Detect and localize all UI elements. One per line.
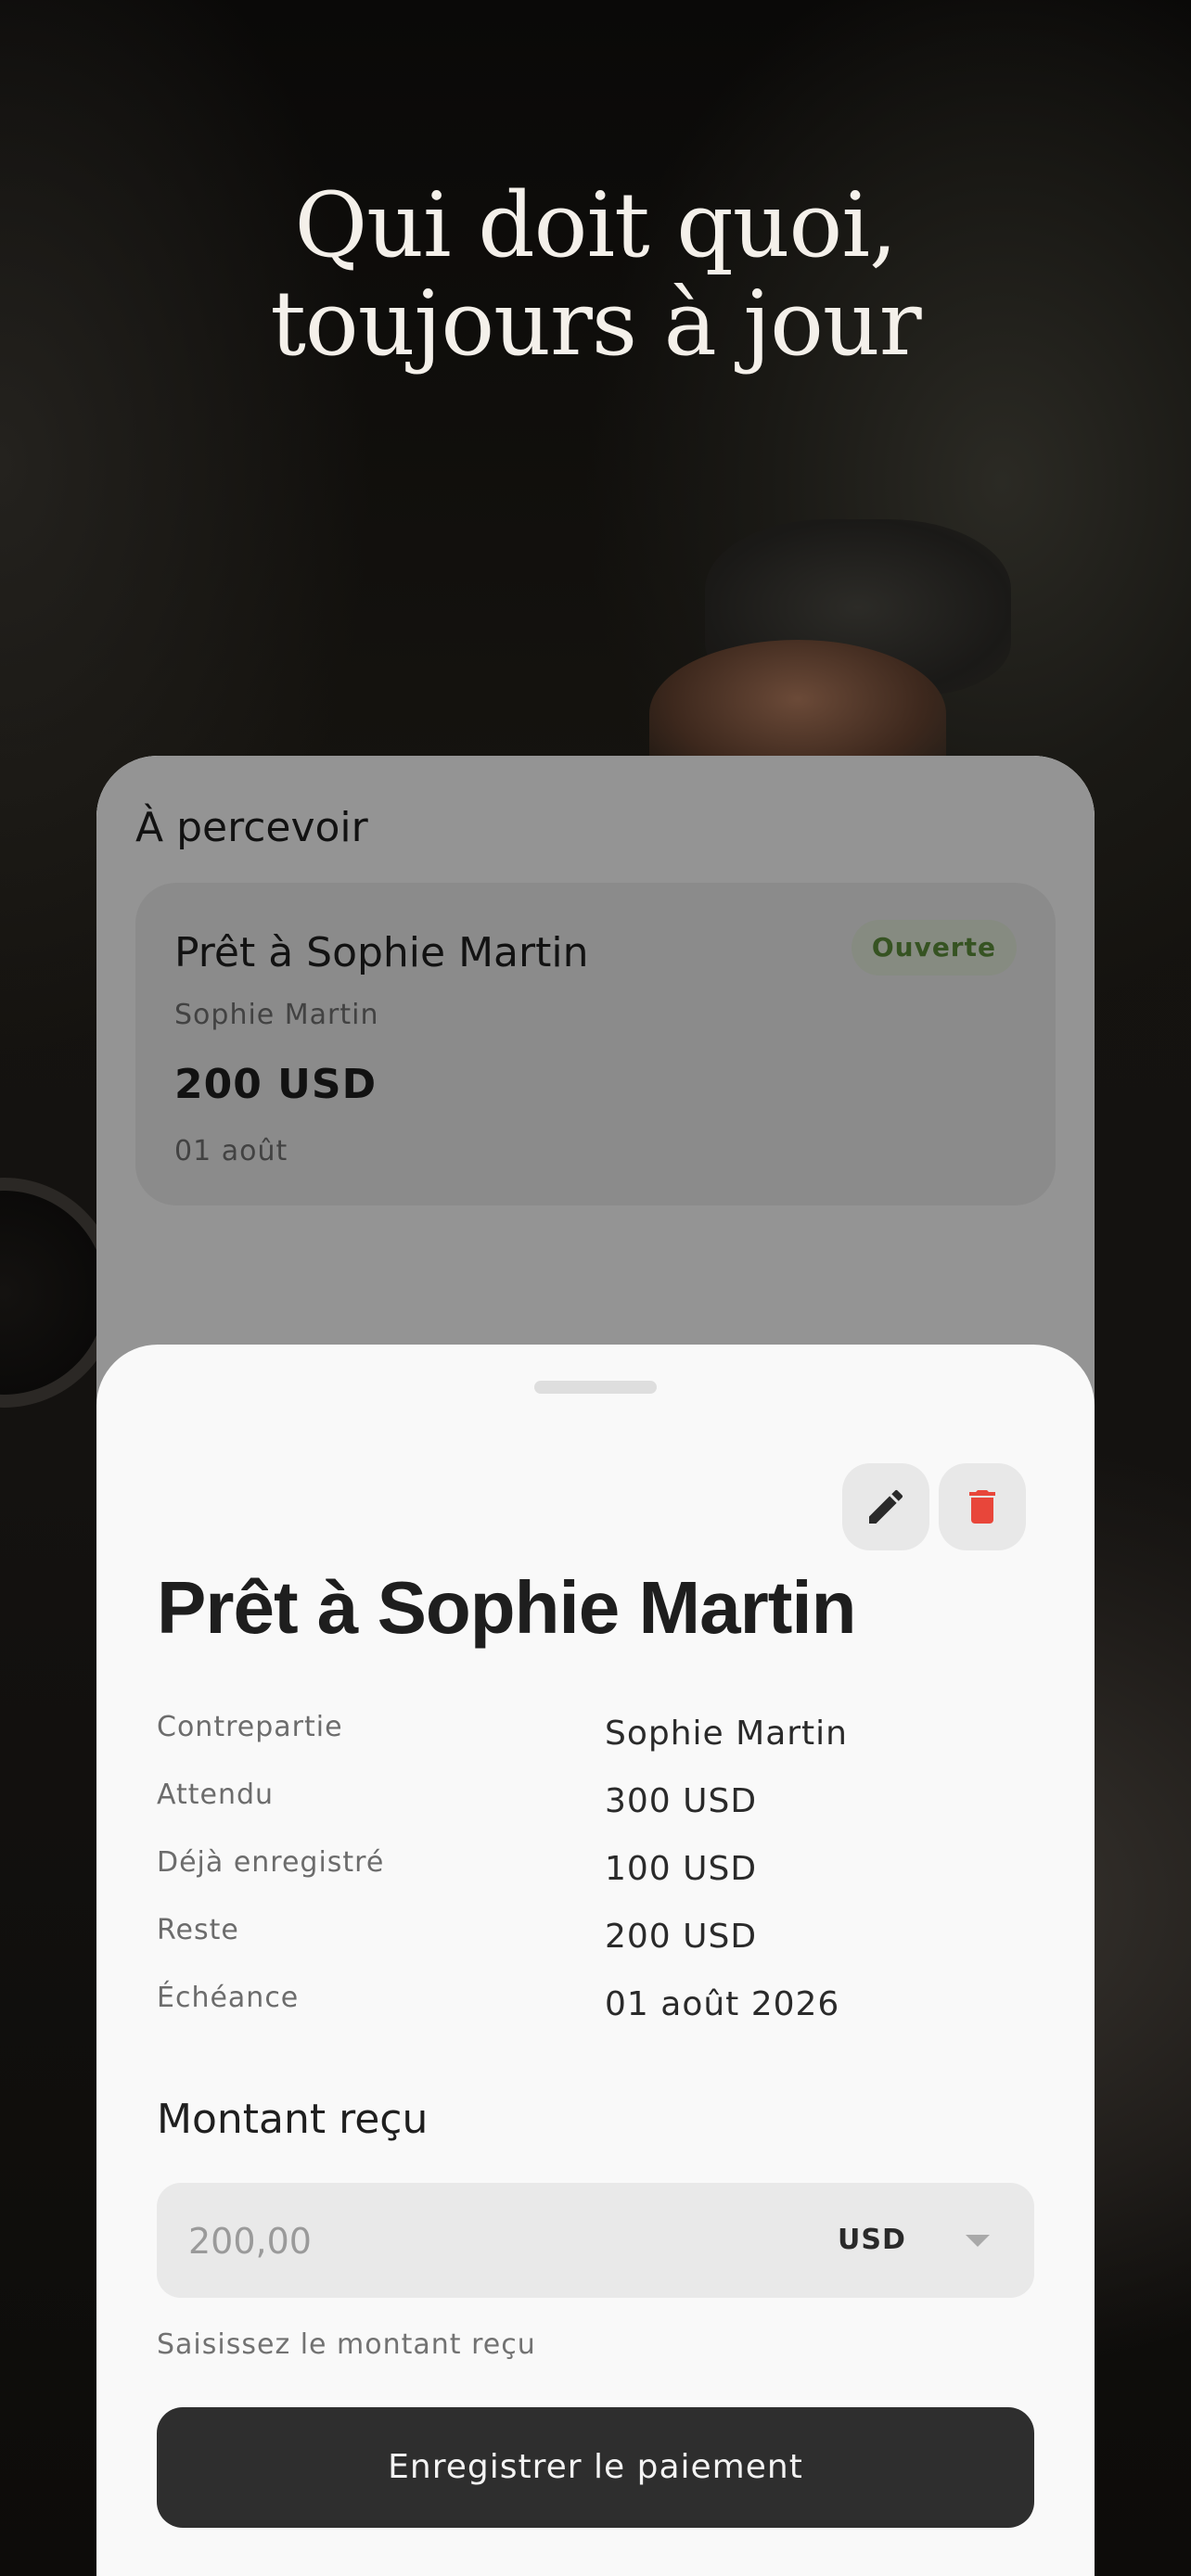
detail-label: Échéance — [157, 1982, 300, 2014]
hero-headline: Qui doit quoi, toujours à jour — [0, 176, 1191, 373]
amount-input[interactable] — [186, 2183, 747, 2300]
pencil-icon — [869, 1489, 903, 1524]
edit-button[interactable] — [842, 1463, 929, 1550]
currency-value: USD — [838, 2224, 906, 2256]
hero-line-2: toujours à jour — [270, 272, 921, 376]
record-payment-button[interactable]: Enregistrer le paiement — [157, 2407, 1034, 2528]
detail-row-counterparty: Contrepartie Sophie Martin — [157, 1711, 1029, 1766]
delete-button[interactable] — [939, 1463, 1026, 1550]
detail-value: 200 USD — [605, 1918, 758, 1956]
trash-icon — [969, 1490, 995, 1524]
amount-helper-text: Saisissez le montant reçu — [157, 2328, 536, 2361]
detail-row-recorded: Déjà enregistré 100 USD — [157, 1846, 1029, 1902]
detail-label: Déjà enregistré — [157, 1846, 385, 1879]
detail-value: Sophie Martin — [605, 1715, 848, 1753]
detail-label: Contrepartie — [157, 1711, 343, 1743]
detail-label: Attendu — [157, 1779, 275, 1811]
loan-detail-title: Prêt à Sophie Martin — [157, 1566, 856, 1649]
detail-value: 300 USD — [605, 1782, 758, 1820]
drag-handle[interactable] — [534, 1381, 657, 1394]
currency-select[interactable]: USD — [838, 2183, 1005, 2298]
phone-screen: À percevoir Prêt à Sophie Martin Ouverte… — [96, 756, 1095, 2576]
amount-field[interactable]: USD — [157, 2183, 1034, 2300]
chevron-down-icon — [966, 2235, 990, 2247]
bottom-sheet: Prêt à Sophie Martin Contrepartie Sophie… — [96, 1345, 1095, 2576]
hero-line-1: Qui doit quoi, — [294, 173, 897, 277]
detail-row-remaining: Reste 200 USD — [157, 1914, 1029, 1970]
detail-value: 100 USD — [605, 1850, 758, 1888]
detail-label: Reste — [157, 1914, 239, 1946]
detail-value: 01 août 2026 — [605, 1985, 840, 2023]
detail-row-due-date: Échéance 01 août 2026 — [157, 1982, 1029, 2037]
detail-row-expected: Attendu 300 USD — [157, 1779, 1029, 1834]
amount-received-label: Montant reçu — [157, 2096, 429, 2143]
